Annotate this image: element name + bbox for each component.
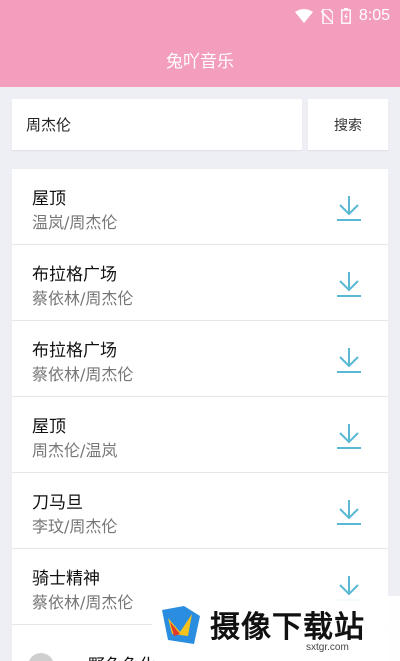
song-item[interactable]: 布拉格广场蔡依林/周杰伦: [12, 321, 388, 397]
song-title: 骑士精神: [32, 569, 100, 589]
app-title: 兔吖音乐: [166, 52, 234, 72]
wifi-icon: [294, 9, 313, 23]
song-item[interactable]: 屋顶周杰伦/温岚: [12, 397, 388, 473]
download-icon[interactable]: [334, 345, 364, 375]
song-title: 屋顶: [32, 189, 66, 209]
app-bar: 兔吖音乐: [0, 32, 400, 87]
song-item[interactable]: 屋顶温岚/周杰伦: [12, 169, 388, 245]
song-item[interactable]: 刀马旦李玟/周杰伦: [12, 473, 388, 549]
song-title: 布拉格广场: [32, 265, 117, 285]
partial-row-text: 野兔兔化: [88, 651, 156, 661]
download-icon[interactable]: [334, 269, 364, 299]
song-artist: 蔡依林/周杰伦: [32, 593, 134, 612]
download-icon[interactable]: [334, 497, 364, 527]
song-artist: 周杰伦/温岚: [32, 441, 118, 460]
watermark-logo-icon: [162, 606, 200, 644]
song-artist: 蔡依林/周杰伦: [32, 289, 134, 308]
watermark-name: 摄像下载站: [210, 610, 365, 645]
song-list: 屋顶 温岚/周杰伦 布拉格广场 蔡依林/周杰伦 布拉格广场 蔡依林/周杰伦 屋顶 周杰伦/温岚…: [12, 169, 388, 625]
status-bar: 8:05: [0, 0, 400, 32]
song-title: 刀马旦: [32, 493, 83, 513]
song-artist: 李玟/周杰伦: [32, 517, 118, 536]
battery-charging-icon: [340, 8, 351, 24]
song-artist: 温岚/周杰伦: [32, 213, 118, 232]
search-input[interactable]: [12, 99, 302, 150]
no-sim-icon: [320, 8, 333, 24]
song-title: 布拉格广场: [32, 341, 117, 361]
download-icon[interactable]: [334, 193, 364, 223]
status-time: 8:05: [358, 7, 390, 24]
avatar: [28, 653, 54, 661]
download-icon[interactable]: [334, 421, 364, 451]
search-button[interactable]: 搜索: [308, 99, 388, 150]
watermark: 摄像下载站 sxtgr.com: [152, 596, 400, 661]
search-bar: 搜索: [12, 99, 388, 150]
song-item[interactable]: 布拉格广场蔡依林/周杰伦: [12, 245, 388, 321]
song-title: 屋顶: [32, 417, 66, 437]
watermark-url: sxtgr.com: [306, 642, 349, 653]
song-artist: 蔡依林/周杰伦: [32, 365, 134, 384]
